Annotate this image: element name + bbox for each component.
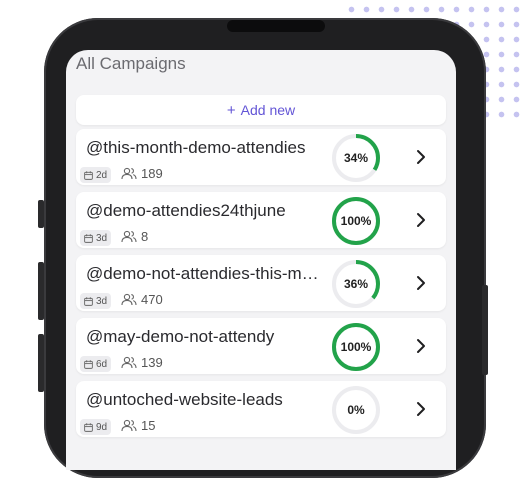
campaign-age-badge: 9d — [80, 419, 112, 435]
calendar-icon — [84, 359, 93, 369]
campaign-age-badge: 6d — [80, 356, 112, 372]
users-icon — [121, 356, 137, 368]
campaign-users: 8 — [121, 227, 148, 245]
phone-side-button — [38, 262, 44, 320]
campaign-users: 470 — [121, 290, 163, 308]
chevron-right-icon[interactable] — [412, 211, 430, 229]
campaign-user-count: 189 — [141, 165, 163, 181]
campaign-card[interactable]: @may-demo-not-attendy 6d 139 100% — [76, 318, 446, 374]
progress-label: 0% — [347, 403, 365, 417]
campaign-age-label: 3d — [96, 232, 108, 244]
plus-icon: + — [226, 101, 236, 119]
users-icon — [121, 293, 137, 305]
progress-label: 100% — [340, 214, 372, 228]
campaign-age-label: 9d — [96, 421, 108, 433]
phone-side-button — [482, 285, 488, 375]
campaign-progress-ring: 100% — [330, 321, 382, 373]
calendar-icon — [84, 422, 93, 432]
add-new-label: Add new — [240, 102, 296, 118]
campaign-age-badge: 3d — [80, 230, 112, 246]
calendar-icon — [84, 233, 93, 243]
campaign-name: @untoched-website-leads — [86, 390, 283, 409]
calendar-icon — [84, 296, 93, 306]
campaign-name: @may-demo-not-attendy — [86, 327, 275, 346]
campaign-age-label: 3d — [96, 295, 108, 307]
campaign-users: 189 — [121, 164, 163, 182]
campaign-users: 15 — [121, 416, 155, 434]
campaign-age-label: 6d — [96, 358, 108, 370]
calendar-icon — [84, 170, 93, 180]
chevron-right-icon[interactable] — [412, 400, 430, 418]
campaign-name: @demo-attendies24thjune — [86, 201, 286, 220]
phone-side-button — [38, 334, 44, 392]
campaign-progress-ring: 100% — [330, 195, 382, 247]
campaign-users: 139 — [121, 353, 163, 371]
chevron-right-icon[interactable] — [412, 148, 430, 166]
campaign-card[interactable]: @demo-not-attendies-this-month 3d 470 36% — [76, 255, 446, 311]
campaign-card[interactable]: @demo-attendies24thjune 3d 8 100% — [76, 192, 446, 248]
campaign-progress-ring: 0% — [330, 384, 382, 436]
add-new-button[interactable]: + Add new — [76, 95, 446, 125]
users-icon — [121, 167, 137, 179]
chevron-right-icon[interactable] — [412, 274, 430, 292]
campaign-user-count: 8 — [141, 228, 149, 244]
campaign-user-count: 470 — [141, 291, 163, 307]
page-title: All Campaigns — [76, 54, 186, 73]
campaign-progress-ring: 36% — [330, 258, 382, 310]
progress-label: 34% — [343, 151, 369, 165]
campaign-name: @this-month-demo-attendies — [86, 138, 306, 157]
users-icon — [121, 419, 137, 431]
campaign-user-count: 139 — [141, 354, 163, 370]
users-icon — [121, 230, 137, 242]
campaign-card[interactable]: @this-month-demo-attendies 2d 189 34% — [76, 129, 446, 185]
campaign-age-badge: 2d — [80, 167, 112, 183]
campaign-age-badge: 3d — [80, 293, 112, 309]
phone-speaker-notch — [227, 20, 325, 32]
campaign-name: @demo-not-attendies-this-month — [86, 264, 326, 283]
campaign-progress-ring: 34% — [330, 132, 382, 184]
campaign-user-count: 15 — [141, 417, 156, 433]
progress-label: 36% — [343, 277, 369, 291]
phone-side-button — [38, 200, 44, 228]
progress-label: 100% — [340, 340, 372, 354]
campaign-age-label: 2d — [96, 169, 108, 181]
chevron-right-icon[interactable] — [412, 337, 430, 355]
app-screen: All Campaigns + Add new @this-month-demo… — [66, 50, 456, 470]
campaign-card[interactable]: @untoched-website-leads 9d 15 0% — [76, 381, 446, 437]
